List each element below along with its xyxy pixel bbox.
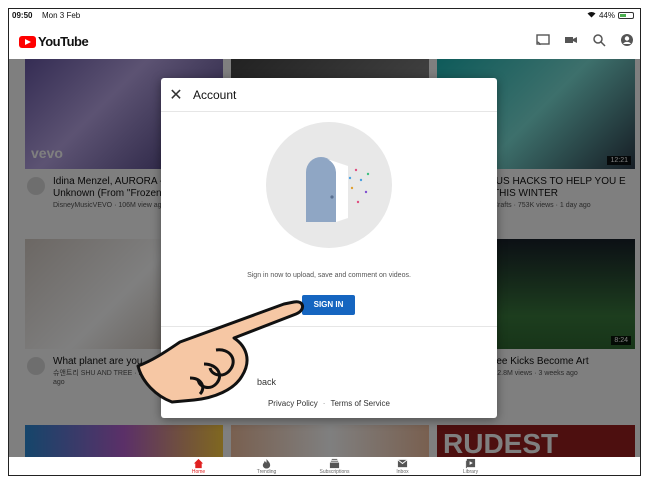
status-right: 44%	[587, 11, 634, 20]
dialog-title: Account	[193, 87, 237, 102]
battery-icon	[618, 12, 634, 19]
terms-of-service-link[interactable]: Terms of Service	[330, 399, 390, 408]
youtube-play-icon	[19, 35, 36, 48]
account-icon[interactable]	[620, 33, 634, 47]
youtube-logo[interactable]: YouTube	[19, 34, 89, 49]
header-actions	[536, 33, 634, 47]
bottom-nav: Home Trending Subscriptions Inbox Librar…	[9, 457, 640, 475]
status-date: Mon 3 Feb	[42, 11, 81, 20]
wifi-icon	[587, 11, 596, 20]
nav-trending[interactable]: Trending	[252, 457, 282, 475]
library-icon	[465, 458, 476, 469]
mail-icon	[397, 459, 408, 468]
nav-label: Library	[462, 469, 479, 475]
status-bar: 09:50 Mon 3 Feb 44%	[9, 9, 640, 23]
nav-label: Trending	[256, 469, 277, 475]
pointing-hand-icon	[136, 300, 304, 404]
signin-message: Sign in now to upload, save and comment …	[247, 272, 411, 279]
camera-icon[interactable]	[564, 33, 578, 47]
nav-home[interactable]: Home	[184, 457, 214, 475]
door-illustration	[266, 122, 392, 248]
cast-icon[interactable]	[536, 33, 550, 47]
dialog-header: ✕ Account	[161, 78, 497, 112]
nav-inbox[interactable]: Inbox	[388, 457, 418, 475]
status-time: 09:50	[12, 11, 33, 20]
flame-icon	[262, 458, 271, 469]
nav-subscriptions[interactable]: Subscriptions	[319, 457, 350, 475]
device-frame: 09:50 Mon 3 Feb 44% YouTube Home Trendin…	[0, 0, 649, 484]
nav-label: Inbox	[396, 469, 409, 475]
door-icon	[306, 157, 370, 222]
link-separator: ·	[322, 399, 326, 408]
close-icon[interactable]: ✕	[169, 85, 183, 105]
app-header: YouTube	[9, 23, 640, 59]
battery-percent: 44%	[598, 11, 615, 20]
home-icon	[193, 458, 204, 469]
nav-label: Subscriptions	[319, 469, 350, 475]
brand-name: YouTube	[38, 34, 89, 49]
search-icon[interactable]	[592, 33, 606, 47]
subscriptions-icon	[329, 458, 340, 469]
nav-label: Home	[191, 469, 206, 475]
nav-library[interactable]: Library	[456, 457, 486, 475]
